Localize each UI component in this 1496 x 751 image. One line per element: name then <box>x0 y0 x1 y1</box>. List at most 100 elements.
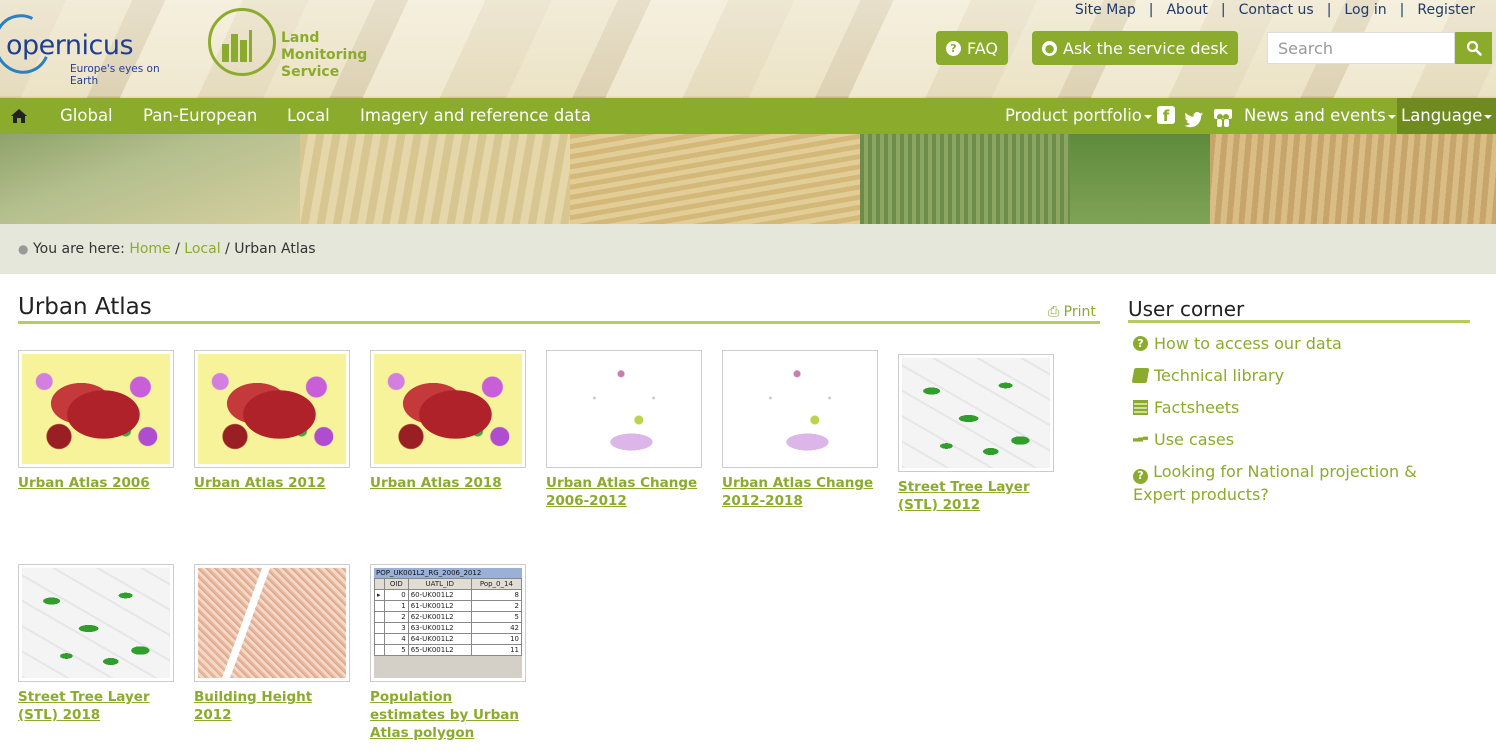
about-link[interactable]: About <box>1153 2 1220 18</box>
table-row: 2 62-UK001L2 5 <box>374 611 522 623</box>
product-link[interactable]: Urban Atlas 2012 <box>194 474 354 492</box>
product-card[interactable]: POP_UK001L2_RG_2006_2012 OID UATL_ID Pop… <box>370 564 530 742</box>
table-header: OID <box>384 578 409 590</box>
page-title: Urban Atlas <box>18 294 152 320</box>
land-monitoring-logo[interactable]: Land Monitoring Service <box>206 6 406 80</box>
sidebar-item-label: Technical library <box>1154 366 1285 385</box>
product-link[interactable]: Urban Atlas 2006 <box>18 474 178 492</box>
table-row: 4 64-UK001L2 10 <box>374 633 522 645</box>
sidebar-item-use-cases[interactable]: Use cases <box>1133 429 1234 451</box>
twitter-link[interactable] <box>1184 106 1204 128</box>
user-corner-title: User corner <box>1128 297 1245 321</box>
product-link[interactable]: Urban Atlas Change 2012-2018 <box>722 474 882 510</box>
chevron-down-icon <box>1143 114 1152 119</box>
satellite-icon <box>1133 436 1148 442</box>
sidebar-item-access-data[interactable]: ? How to access our data <box>1133 333 1342 355</box>
question-circle-icon: ? <box>1133 336 1148 351</box>
lms-logo-line2: Service <box>281 64 340 80</box>
facebook-link[interactable]: f <box>1157 106 1175 125</box>
nav-local[interactable]: Local <box>287 98 330 134</box>
nav-global[interactable]: Global <box>60 98 113 134</box>
product-thumbnail[interactable] <box>898 354 1054 472</box>
product-link[interactable]: Urban Atlas Change 2006-2012 <box>546 474 706 510</box>
product-card[interactable]: Street Tree Layer (STL) 2018 <box>18 564 178 724</box>
news-events-dropdown[interactable]: News and events <box>1244 98 1396 134</box>
table-row: 3 63-UK001L2 42 <box>374 622 522 634</box>
product-card[interactable]: Urban Atlas 2018 <box>370 350 530 492</box>
table-header: UATL_ID <box>407 578 472 590</box>
service-desk-button[interactable]: ● Ask the service desk <box>1032 31 1238 65</box>
sidebar-item-label: Factsheets <box>1154 398 1240 417</box>
product-card[interactable]: Building Height 2012 <box>194 564 354 724</box>
product-thumbnail[interactable] <box>18 564 174 682</box>
search-button[interactable] <box>1455 32 1492 64</box>
copernicus-logo[interactable]: opernicus Europe's eyes on Earth <box>0 6 185 87</box>
nav-imagery[interactable]: Imagery and reference data <box>360 98 591 134</box>
contact-link[interactable]: Contact us <box>1226 2 1327 18</box>
search-icon <box>1466 40 1482 56</box>
sidebar-item-label: How to access our data <box>1154 334 1342 353</box>
product-card[interactable]: Urban Atlas Change 2012-2018 <box>722 350 882 510</box>
slideshare-icon <box>1214 109 1232 127</box>
product-thumbnail[interactable] <box>370 350 526 468</box>
question-circle-icon: ? <box>946 40 961 56</box>
table-header: Pop_0_14 <box>470 578 522 590</box>
service-desk-label: Ask the service desk <box>1063 38 1228 58</box>
search-input[interactable]: Search <box>1267 32 1455 64</box>
print-button[interactable]: ⎙ Print <box>1048 304 1096 320</box>
language-dropdown[interactable]: Language <box>1397 98 1496 134</box>
product-link[interactable]: Population estimates by Urban Atlas poly… <box>370 688 530 742</box>
product-card[interactable]: Urban Atlas Change 2006-2012 <box>546 350 706 510</box>
newspaper-icon <box>1133 400 1148 415</box>
title-divider <box>18 321 1100 324</box>
home-nav-button[interactable] <box>10 98 28 134</box>
product-card[interactable]: Street Tree Layer (STL) 2012 <box>898 354 1058 514</box>
top-links: Site Map | About | Contact us | Log in |… <box>1062 2 1488 18</box>
product-portfolio-dropdown[interactable]: Product portfolio <box>1005 98 1152 134</box>
question-circle-icon: ? <box>1133 468 1148 484</box>
product-link[interactable]: Street Tree Layer (STL) 2012 <box>898 478 1058 514</box>
copernicus-logo-word: opernicus <box>6 30 134 61</box>
product-thumbnail[interactable]: POP_UK001L2_RG_2006_2012 OID UATL_ID Pop… <box>370 564 526 682</box>
product-card[interactable]: Urban Atlas 2012 <box>194 350 354 492</box>
register-link[interactable]: Register <box>1404 2 1488 18</box>
faq-button[interactable]: ? FAQ <box>936 31 1008 65</box>
sidebar-item-label: Use cases <box>1154 430 1235 449</box>
product-thumbnail[interactable] <box>194 350 350 468</box>
product-thumbnail[interactable] <box>194 564 350 682</box>
product-link[interactable]: Building Height 2012 <box>194 688 354 724</box>
slideshare-link[interactable] <box>1212 105 1234 127</box>
product-link[interactable]: Street Tree Layer (STL) 2018 <box>18 688 178 724</box>
book-icon <box>1131 368 1150 383</box>
product-card[interactable]: Urban Atlas 2006 <box>18 350 178 492</box>
nav-pan-european[interactable]: Pan-European <box>143 98 257 134</box>
twitter-icon <box>1184 112 1203 128</box>
header-banner-image <box>0 134 1496 224</box>
breadcrumb-separator: / <box>225 241 230 257</box>
breadcrumb-home[interactable]: Home <box>129 241 170 257</box>
news-events-label: News and events <box>1244 106 1386 125</box>
login-link[interactable]: Log in <box>1331 2 1399 18</box>
building-icon <box>222 28 262 62</box>
site-map-link[interactable]: Site Map <box>1062 2 1149 18</box>
product-thumbnail[interactable] <box>722 350 878 468</box>
sidebar-item-national-products[interactable]: ? Looking for National projection & Expe… <box>1133 461 1453 506</box>
product-link[interactable]: Urban Atlas 2018 <box>370 474 530 492</box>
sidebar-item-technical-library[interactable]: Technical library <box>1131 365 1285 387</box>
facebook-icon: f <box>1157 106 1175 125</box>
faq-label: FAQ <box>967 38 998 58</box>
table-row: 5 65-UK001L2 11 <box>374 644 522 656</box>
breadcrumb-local[interactable]: Local <box>184 241 220 257</box>
product-thumbnail[interactable] <box>18 350 174 468</box>
breadcrumb: ● You are here: Home / Local / Urban Atl… <box>18 241 316 257</box>
attribute-table-thumbnail: POP_UK001L2_RG_2006_2012 OID UATL_ID Pop… <box>374 568 522 678</box>
map-marker-icon: ● <box>18 242 29 256</box>
main-nav: Global Pan-European Local Imagery and re… <box>0 98 1496 134</box>
breadcrumb-current: Urban Atlas <box>234 241 316 257</box>
sidebar-item-factsheets[interactable]: Factsheets <box>1133 397 1239 419</box>
print-label: Print <box>1063 304 1096 320</box>
chevron-down-icon <box>1484 114 1493 119</box>
home-icon <box>11 109 27 123</box>
product-thumbnail[interactable] <box>546 350 702 468</box>
product-portfolio-label: Product portfolio <box>1005 106 1142 125</box>
